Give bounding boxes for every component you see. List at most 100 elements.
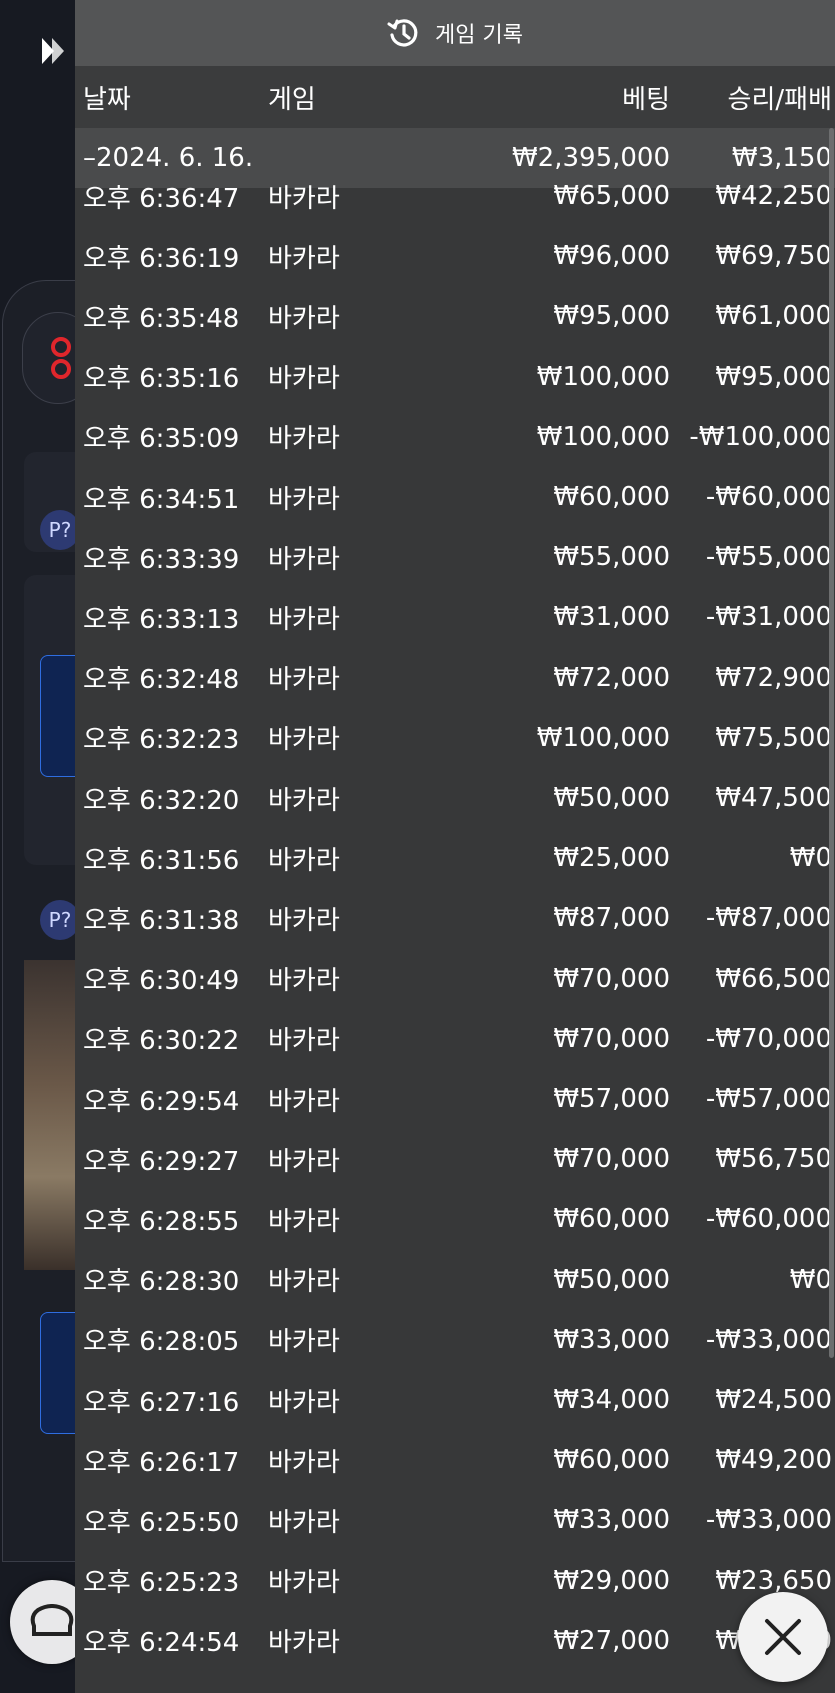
row-bet: ₩33,000 (553, 1324, 670, 1355)
row-game: 바카라 (268, 424, 340, 455)
row-game: 바카라 (268, 484, 340, 515)
table-row[interactable]: 오후 6:35:48 바카라 ₩95,000 ₩61,000 (75, 286, 835, 346)
table-row[interactable]: 오후 6:29:54 바카라 ₩57,000 -₩57,000 (75, 1069, 835, 1129)
row-time: 오후 6:29:27 (83, 1146, 240, 1177)
row-game: 바카라 (268, 1206, 340, 1237)
row-time: 오후 6:36:47 (83, 183, 240, 214)
row-time: 오후 6:31:38 (83, 905, 240, 936)
row-game: 바카라 (268, 785, 340, 816)
table-row[interactable]: 오후 6:24:54바카라₩27,000₩21,750 (75, 1611, 835, 1671)
row-time: 오후 6:29:54 (83, 1086, 240, 1117)
table-row[interactable]: 오후 6:32:23 바카라 ₩100,000 ₩75,500 (75, 708, 835, 768)
row-game: 바카라 (268, 544, 340, 575)
table-row[interactable]: 오후 6:33:13 바카라 ₩31,000 -₩31,000 (75, 587, 835, 647)
row-game: 바카라 (268, 966, 340, 997)
row-winloss: ₩24,500 (715, 1385, 832, 1415)
row-bet: ₩25,000 (553, 843, 670, 874)
table-header: 날짜 게임 베팅 승리/패배 (75, 66, 835, 128)
row-game: 바카라 (268, 725, 340, 756)
row-winloss: ₩0 (789, 843, 832, 874)
row-time: 오후 6:32:48 (83, 665, 240, 696)
table-row[interactable]: 오후 6:31:38 바카라 ₩87,000 -₩87,000 (75, 888, 835, 948)
row-time: 오후 6:32:20 (83, 785, 240, 816)
row-game: 바카라 (268, 183, 340, 214)
table-row[interactable]: 오후 6:25:50 바카라 ₩33,000 -₩33,000 (75, 1490, 835, 1550)
row-time: 오후 6:25:23 (83, 1568, 240, 1599)
table-row[interactable]: 오후 6:32:20 바카라 ₩50,000 ₩47,500 (75, 768, 835, 828)
row-game: 바카라 (268, 1507, 340, 1538)
row-game: 바카라 (268, 1146, 340, 1177)
row-bet: ₩60,000 (553, 482, 670, 512)
row-bet: ₩96,000 (553, 241, 670, 272)
row-time: 오후 6:30:22 (83, 1026, 240, 1057)
panel-header: 게임 기록 (75, 0, 835, 66)
row-time: 오후 6:32:23 (83, 725, 240, 756)
row-winloss: ₩75,500 (715, 722, 832, 753)
table-row[interactable]: 오후 6:28:55 바카라 ₩60,000 -₩60,000 (75, 1189, 835, 1249)
close-icon (765, 1619, 801, 1655)
table-row[interactable]: 오후 6:30:49 바카라 ₩70,000 ₩66,500 (75, 949, 835, 1009)
table-row[interactable]: 오후 6:35:16 바카라 ₩100,000 ₩95,000 (75, 347, 835, 407)
close-button[interactable] (738, 1592, 828, 1682)
table-row[interactable]: 오후 6:30:22 바카라 ₩70,000 -₩70,000 (75, 1009, 835, 1069)
row-game: 바카라 (268, 1267, 340, 1298)
background-p-badge: P? (40, 900, 80, 940)
row-bet: ₩65,000 (553, 181, 670, 211)
scrollbar[interactable] (829, 128, 834, 1358)
chat-bubble-icon (30, 1604, 74, 1636)
column-date: 날짜 (83, 84, 131, 115)
row-time: 오후 6:26:17 (83, 1447, 240, 1478)
table-row[interactable]: 오후 6:27:16 바카라 ₩34,000 ₩24,500 (75, 1370, 835, 1430)
table-row[interactable]: 오후 6:29:27 바카라 ₩70,000 ₩56,750 (75, 1129, 835, 1189)
row-bet: ₩27,000 (553, 1625, 670, 1656)
row-game: 바카라 (268, 1086, 340, 1117)
row-game: 바카라 (268, 1628, 340, 1659)
row-winloss: -₩70,000 (705, 1023, 832, 1054)
row-bet: ₩60,000 (553, 1445, 670, 1476)
row-bet: ₩50,000 (553, 783, 670, 813)
table-row[interactable]: 오후 6:34:51 바카라 ₩60,000 -₩60,000 (75, 467, 835, 527)
row-time: 오후 6:34:51 (83, 484, 240, 515)
row-bet: ₩31,000 (553, 602, 670, 633)
game-history-panel: 게임 기록 날짜 게임 베팅 승리/패배 –2024. 6. 16. ₩2,39… (75, 0, 835, 1693)
row-time: 오후 6:35:16 (83, 364, 240, 395)
column-winloss: 승리/패배 (727, 84, 832, 115)
row-game: 바카라 (268, 1026, 340, 1057)
row-time: 오후 6:28:55 (83, 1206, 240, 1237)
row-winloss: ₩95,000 (715, 361, 832, 392)
table-row[interactable]: 오후 6:32:48 바카라 ₩72,000 ₩72,900 (75, 648, 835, 708)
table-row[interactable]: 오후 6:26:17 바카라 ₩60,000 ₩49,200 (75, 1430, 835, 1490)
table-row[interactable]: 오후 6:28:30 바카라 ₩50,000 ₩0 (75, 1250, 835, 1310)
table-row[interactable]: 오후 6:28:05 바카라 ₩33,000 -₩33,000 (75, 1310, 835, 1370)
row-game: 바카라 (268, 665, 340, 696)
row-bet: ₩100,000 (536, 361, 670, 392)
row-game: 바카라 (268, 1327, 340, 1358)
row-game: 바카라 (268, 604, 340, 635)
row-bet: ₩70,000 (553, 1023, 670, 1054)
row-winloss: ₩56,750 (715, 1144, 832, 1175)
row-bet: ₩95,000 (553, 301, 670, 332)
row-winloss: -₩31,000 (705, 602, 832, 633)
table-row[interactable]: 오후 6:33:39 바카라 ₩55,000 -₩55,000 (75, 527, 835, 587)
row-winloss: ₩42,250 (715, 181, 832, 211)
history-icon (387, 19, 418, 47)
row-time: 오후 6:28:30 (83, 1267, 240, 1298)
row-winloss: ₩47,500 (715, 783, 832, 813)
row-time: 오후 6:28:05 (83, 1327, 240, 1358)
table-row[interactable]: 오후 6:31:56 바카라 ₩25,000 ₩0 (75, 828, 835, 888)
table-row[interactable]: 오후 6:36:47 바카라 ₩65,000 ₩42,250 (75, 166, 835, 226)
row-bet: ₩50,000 (553, 1264, 670, 1295)
row-game: 바카라 (268, 303, 340, 334)
row-bet: ₩87,000 (553, 903, 670, 934)
table-row[interactable]: 오후 6:36:19 바카라 ₩96,000 ₩69,750 (75, 226, 835, 286)
row-winloss: -₩57,000 (705, 1084, 832, 1114)
row-winloss: -₩60,000 (705, 482, 832, 512)
row-bet: ₩55,000 (553, 542, 670, 573)
row-winloss: -₩33,000 (705, 1505, 832, 1536)
panel-title: 게임 기록 (435, 23, 523, 48)
row-game: 바카라 (268, 1387, 340, 1418)
table-row[interactable]: 오후 6:35:09 바카라 ₩100,000 -₩100,000 (75, 407, 835, 467)
row-time: 오후 6:33:13 (83, 604, 240, 635)
table-row[interactable]: 오후 6:25:23 바카라 ₩29,000 ₩23,650 (75, 1551, 835, 1611)
row-game: 바카라 (268, 1568, 340, 1599)
